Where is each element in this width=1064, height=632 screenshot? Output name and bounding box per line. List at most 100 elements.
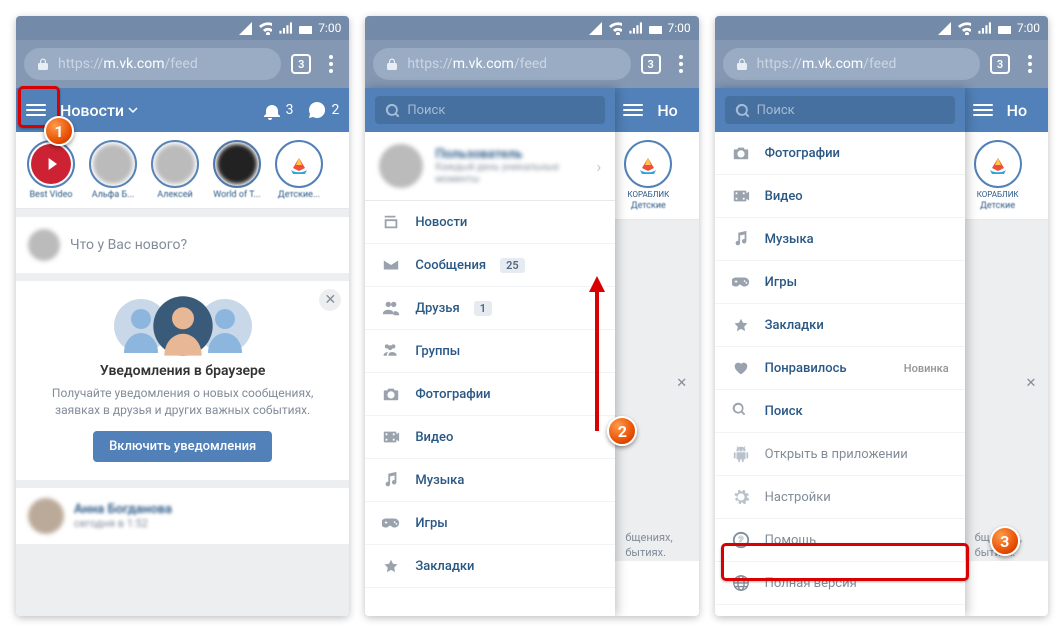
close-button[interactable]: ✕	[319, 289, 341, 311]
menu-item-groups[interactable]: Группы	[365, 330, 615, 373]
menu-item-search[interactable]: Поиск	[715, 390, 965, 433]
annotation-marker-1: 1	[44, 116, 74, 146]
tabs-button[interactable]: 3	[641, 54, 661, 74]
card-illustration	[32, 299, 333, 353]
tri-icon	[588, 21, 602, 35]
menu-item-android[interactable]: Открыть в приложении	[715, 433, 965, 476]
url-path: /feed	[165, 56, 198, 72]
card-desc: Получайте уведомления о новых сообщениях…	[32, 385, 333, 419]
avatar	[28, 498, 64, 534]
close-button[interactable]: ✕	[671, 372, 693, 394]
notification-card: ✕ Уведомления в браузере Получайте уведо…	[16, 281, 349, 480]
url-host: m.vk.com	[103, 56, 164, 72]
side-menu: Поиск ФотографииВидеоМузыкаИгрыЗакладкиП…	[715, 88, 965, 616]
tabs-button[interactable]: 3	[990, 54, 1010, 74]
menu-item-help[interactable]: Помощь	[715, 519, 965, 562]
avatar	[28, 229, 60, 261]
menu-item-bookmark[interactable]: Закладки	[715, 304, 965, 347]
tabs-button[interactable]: 3	[291, 54, 311, 74]
search-placeholder: Поиск	[407, 103, 445, 118]
lock-icon	[36, 57, 50, 71]
menu-item-photo[interactable]: Фотографии	[365, 373, 615, 416]
story-item[interactable]: КОРАБЛИКДетские	[619, 140, 677, 211]
messages-button[interactable]: 2	[307, 100, 339, 120]
enable-notifications-button[interactable]: Включить уведомления	[93, 431, 272, 462]
notifications-button[interactable]: 3	[262, 100, 294, 120]
url-bar[interactable]: https://m.vk.com/feed	[24, 48, 281, 80]
menu-item-video[interactable]: Видео	[365, 416, 615, 459]
hamburger-button[interactable]	[623, 104, 643, 116]
vk-body: Но КОРАБЛИКДетские ✕ бщениях,бытиях. Пои…	[365, 88, 698, 616]
tri-icon	[238, 21, 252, 35]
wifi-icon	[258, 21, 272, 35]
story-item[interactable]: КОРАБЛИКДетские	[969, 140, 1027, 211]
clock: 7:00	[318, 21, 341, 35]
android-statusbar: 7:00	[715, 16, 1048, 40]
battery-icon	[648, 21, 662, 35]
story-item[interactable]: Best Video	[22, 140, 80, 200]
feed-post[interactable]: Анна Богданова сегодня в 1:52	[16, 488, 349, 544]
menu-item-music[interactable]: Музыка	[715, 218, 965, 261]
browser-toolbar: https://m.vk.com/feed 3	[16, 40, 349, 88]
menu-item-photo[interactable]: Фотографии	[715, 132, 965, 175]
battery-icon	[997, 21, 1011, 35]
compose-placeholder: Что у Вас нового?	[70, 237, 187, 253]
post-time: сегодня в 1:52	[74, 517, 172, 530]
chevron-down-icon	[128, 105, 138, 115]
hamburger-button[interactable]	[26, 104, 46, 116]
side-menu: Поиск Пользователь Каждый день уникальны…	[365, 88, 615, 616]
signal-icon	[628, 21, 642, 35]
msg-count: 2	[331, 102, 339, 118]
menu-item-bookmark[interactable]: Закладки	[365, 545, 615, 588]
phone-2: 7:00 https://m.vk.com/feed 3 Но КОРАБЛИК…	[365, 16, 698, 616]
story-item[interactable]: Альфа Б...	[84, 140, 142, 200]
lock-icon	[385, 57, 399, 71]
bell-icon	[262, 100, 282, 120]
lock-icon	[735, 57, 749, 71]
story-item[interactable]: Детские...	[270, 140, 328, 200]
browser-menu-button[interactable]	[671, 55, 691, 73]
tri-icon	[937, 21, 951, 35]
menu-item-globe[interactable]: Полная версия	[715, 562, 965, 605]
search-icon	[385, 103, 399, 117]
story-item[interactable]: World of T...	[208, 140, 266, 200]
android-statusbar: 7:00	[16, 16, 349, 40]
clock: 7:00	[668, 21, 691, 35]
url-bar[interactable]: https://m.vk.com/feed	[373, 48, 630, 80]
hamburger-button[interactable]	[973, 104, 993, 116]
menu-item-games[interactable]: Игры	[715, 261, 965, 304]
close-button[interactable]: ✕	[1020, 372, 1042, 394]
menu-item-video[interactable]: Видео	[715, 175, 965, 218]
menu-item-gear[interactable]: Настройки	[715, 476, 965, 519]
search-icon	[735, 103, 749, 117]
url-bar[interactable]: https://m.vk.com/feed	[723, 48, 980, 80]
compose-box[interactable]: Что у Вас нового?	[16, 217, 349, 273]
search-box[interactable]: Поиск	[725, 96, 955, 124]
avatar	[379, 144, 423, 188]
url-scheme: https://	[58, 56, 103, 72]
browser-menu-button[interactable]	[1020, 55, 1040, 73]
menu-item-mail[interactable]: Сообщения25	[365, 244, 615, 287]
notif-count: 3	[286, 102, 294, 118]
header-title-text: Новости	[60, 101, 124, 120]
chevron-right-icon: ›	[597, 157, 602, 176]
menu-item-friends[interactable]: Друзья1	[365, 287, 615, 330]
menu-item-music[interactable]: Музыка	[365, 459, 615, 502]
feed-body: Best Video Альфа Б... Алексей World of T…	[16, 132, 349, 616]
wifi-icon	[608, 21, 622, 35]
post-author: Анна Богданова	[74, 502, 172, 517]
browser-menu-button[interactable]	[321, 55, 341, 73]
menu-item-games[interactable]: Игры	[365, 502, 615, 545]
phone-1: 7:00 https://m.vk.com/feed 3 Новости 3 2…	[16, 16, 349, 616]
search-box[interactable]: Поиск	[375, 96, 605, 124]
header-title[interactable]: Новости	[60, 101, 138, 120]
menu-item-like[interactable]: ПонравилосьНовинка	[715, 347, 965, 390]
browser-toolbar: https://m.vk.com/feed 3	[715, 40, 1048, 88]
menu-item-news[interactable]: Новости	[365, 201, 615, 244]
menu-item-power[interactable]: Выход	[715, 605, 965, 616]
signal-icon	[278, 21, 292, 35]
story-item[interactable]: Алексей	[146, 140, 204, 200]
battery-icon	[298, 21, 312, 35]
card-title: Уведомления в браузере	[32, 363, 333, 379]
profile-row[interactable]: Пользователь Каждый день уникальные моме…	[365, 132, 615, 201]
